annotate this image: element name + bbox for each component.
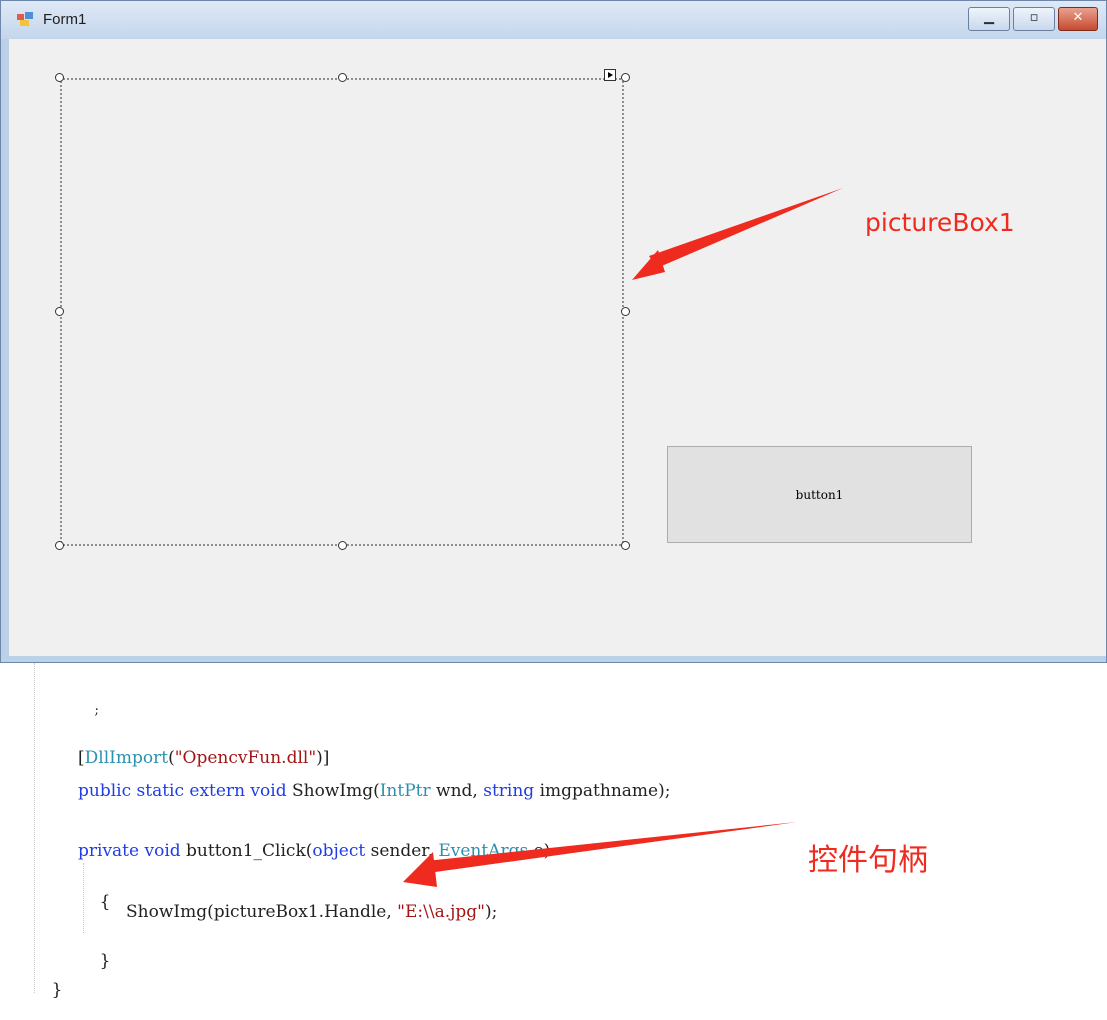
resize-handle-top-left[interactable] (55, 73, 64, 82)
code-text: ShowImg( (286, 781, 380, 801)
code-text: imgpathname); (534, 781, 671, 801)
code-text: { (99, 892, 111, 912)
picturebox1-control[interactable] (60, 78, 624, 546)
button1-control[interactable]: button1 (667, 446, 972, 543)
code-line-6: ShowImg(pictureBox1.Handle, "E:\\a.jpg")… (126, 902, 497, 922)
resize-handle-top-center[interactable] (338, 73, 347, 82)
code-text: } (99, 951, 111, 971)
form-app-icon (17, 12, 33, 26)
resize-handle-middle-left[interactable] (55, 307, 64, 316)
code-line-3: public static extern void ShowImg(IntPtr… (78, 781, 670, 801)
resize-handle-bottom-left[interactable] (55, 541, 64, 550)
code-line-7: } (78, 931, 111, 991)
minimize-button[interactable]: ▁ (968, 7, 1010, 31)
code-string: "E:\\a.jpg" (397, 902, 485, 922)
resize-handle-bottom-center[interactable] (338, 541, 347, 550)
code-line-4: private void button1_Click(object sender… (78, 841, 550, 861)
code-keyword: public static extern void (78, 781, 287, 801)
button1-label: button1 (795, 487, 844, 502)
picturebox-annotation-label: pictureBox1 (865, 208, 1015, 237)
code-text: ( (168, 748, 175, 768)
window-title: Form1 (43, 11, 87, 28)
handle-annotation-label: 控件句柄 (808, 843, 928, 878)
code-snippet: ; [DllImport("OpencvFun.dll")] public st… (0, 663, 1107, 1000)
resize-handle-bottom-right[interactable] (621, 541, 630, 550)
code-line-1: ; (78, 688, 99, 733)
resize-handle-middle-right[interactable] (621, 307, 630, 316)
title-bar[interactable]: Form1 ▁ ▫ ✕ (1, 1, 1106, 39)
code-text: ShowImg(pictureBox1.Handle, (126, 902, 398, 922)
code-keyword: private void (78, 841, 181, 861)
close-button[interactable]: ✕ (1058, 7, 1098, 31)
code-keyword: string (483, 781, 535, 801)
code-line-5: { (78, 872, 111, 932)
form-window: Form1 ▁ ▫ ✕ button1 (0, 0, 1107, 663)
smart-tag-icon[interactable] (604, 69, 616, 81)
maximize-icon: ▫ (1029, 10, 1039, 25)
code-text: wnd, (430, 781, 484, 801)
code-type: IntPtr (379, 781, 431, 801)
code-attribute: DllImport (84, 748, 169, 768)
indent-guide (34, 663, 35, 993)
code-string: "OpencvFun.dll" (174, 748, 317, 768)
minimize-icon: ▁ (984, 10, 994, 25)
form-client-area: button1 (9, 39, 1106, 656)
code-text: ); (484, 902, 498, 922)
code-text: e) (528, 841, 551, 861)
resize-handle-top-right[interactable] (621, 73, 630, 82)
code-text: )] (316, 748, 330, 768)
code-text: sender, (365, 841, 439, 861)
code-keyword: object (312, 841, 366, 861)
code-text: ; (94, 703, 99, 718)
code-text: } (51, 980, 63, 1000)
close-icon: ✕ (1072, 10, 1084, 25)
code-line-2: [DllImport("OpencvFun.dll")] (78, 748, 329, 768)
code-text: button1_Click( (180, 841, 313, 861)
code-type: EventArgs (438, 841, 529, 861)
maximize-button[interactable]: ▫ (1013, 7, 1055, 31)
code-line-8: } (30, 960, 63, 1020)
code-text: [ (78, 748, 85, 768)
